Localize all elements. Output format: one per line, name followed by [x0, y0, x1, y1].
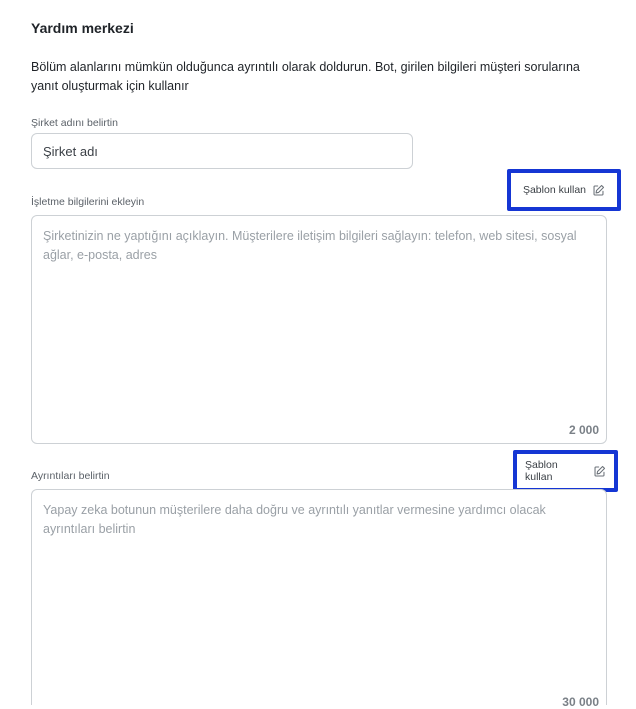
details-counter: 30 000	[562, 695, 599, 709]
details-label: Ayrıntıları belirtin	[31, 470, 110, 482]
company-name-label: Şirket adını belirtin	[31, 117, 118, 129]
details-template-button[interactable]: Şablon kullan	[513, 450, 618, 492]
business-template-button[interactable]: Şablon kullan	[507, 169, 621, 211]
edit-pencil-icon	[593, 465, 606, 478]
business-info-counter: 2 000	[568, 423, 599, 437]
business-info-label: İşletme bilgilerini ekleyin	[31, 196, 145, 208]
section-description: Bölüm alanlarını mümkün olduğunca ayrınt…	[31, 60, 580, 93]
business-info-textarea[interactable]	[32, 216, 606, 443]
template-button-label: Şablon kullan	[522, 184, 587, 196]
details-textarea[interactable]	[32, 490, 606, 705]
business-info-field: 2 000	[31, 215, 607, 444]
template-button-label: Şablon kullan	[525, 459, 558, 483]
details-field: 30 000	[31, 489, 607, 709]
company-name-input[interactable]	[31, 133, 413, 169]
section-title: Yardım merkezi	[31, 20, 134, 36]
edit-pencil-icon	[592, 184, 605, 197]
